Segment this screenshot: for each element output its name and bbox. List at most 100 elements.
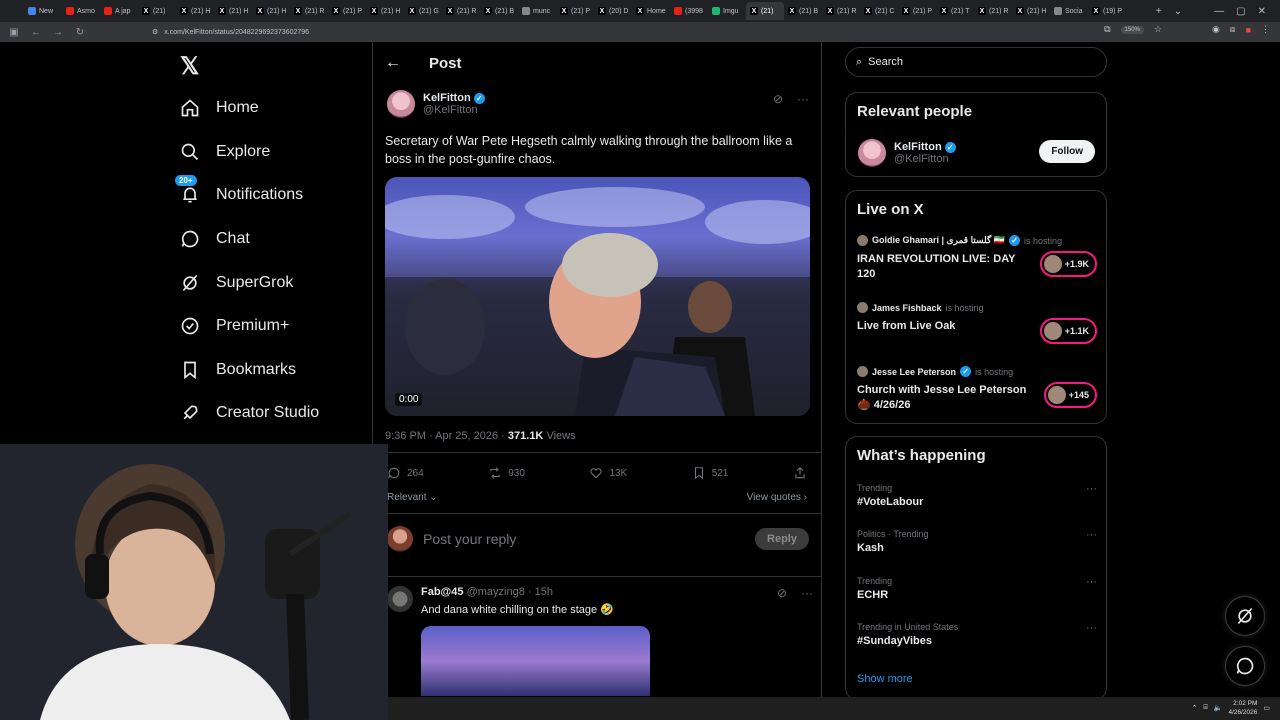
browser-tab[interactable]: X (21) R bbox=[442, 2, 480, 20]
tab-list-icon[interactable]: ⌄ bbox=[1174, 6, 1182, 17]
grok-fab[interactable] bbox=[1225, 596, 1265, 636]
trend-item[interactable]: Politics · Trending Kash ··· bbox=[857, 529, 1097, 554]
browser-tab[interactable]: munc bbox=[518, 2, 556, 20]
avatar[interactable] bbox=[858, 139, 886, 167]
grok-icon[interactable]: ⊘ bbox=[773, 92, 783, 106]
live-item[interactable]: James Fishback is hosting Live from Live… bbox=[857, 302, 1097, 344]
like-action[interactable]: 13K bbox=[589, 466, 627, 480]
post-video[interactable]: 0:00 bbox=[385, 177, 810, 416]
nav-premium[interactable]: Premium+ bbox=[180, 311, 289, 341]
extension-red-icon[interactable]: ■ bbox=[1246, 25, 1251, 35]
browser-tab[interactable]: X (21) P bbox=[328, 2, 366, 20]
nav-notifications[interactable]: 20+ Notifications bbox=[175, 175, 303, 210]
browser-tab[interactable]: X (21) P bbox=[898, 2, 936, 20]
search-input[interactable]: ⌕ Search bbox=[845, 47, 1107, 77]
browser-tab[interactable]: X (21) G bbox=[404, 2, 442, 20]
site-info-icon[interactable]: ⚙ bbox=[152, 28, 158, 36]
chevron-up-icon[interactable]: ⌃ bbox=[1192, 704, 1198, 712]
reply-button[interactable]: Reply bbox=[755, 528, 809, 550]
reply-input[interactable]: Post your reply bbox=[423, 531, 745, 547]
x-logo-icon[interactable]: 𝕏 bbox=[180, 52, 199, 81]
browser-tab[interactable]: X Home bbox=[632, 2, 670, 20]
close-window-icon[interactable]: ✕ bbox=[1258, 6, 1266, 17]
browser-tab[interactable]: (3998 bbox=[670, 2, 708, 20]
more-icon[interactable]: ··· bbox=[1086, 529, 1097, 541]
more-icon[interactable]: ··· bbox=[797, 92, 809, 106]
nav-home[interactable]: Home bbox=[180, 93, 259, 123]
browser-tab[interactable]: X (21) H bbox=[1012, 2, 1050, 20]
trend-item[interactable]: Trending ECHR ··· bbox=[857, 576, 1097, 601]
bookmark-action[interactable]: 521 bbox=[692, 466, 728, 480]
messages-fab[interactable] bbox=[1225, 646, 1265, 686]
sort-dropdown[interactable]: Relevant ⌄ bbox=[387, 492, 438, 503]
browser-tab[interactable]: Socia bbox=[1050, 2, 1088, 20]
reload-icon[interactable]: ↻ bbox=[74, 27, 86, 38]
reply-age[interactable]: 15h bbox=[535, 586, 553, 598]
browser-tab[interactable]: X (21) R bbox=[822, 2, 860, 20]
browser-tab[interactable]: X (21) T bbox=[936, 2, 974, 20]
speaker-icon[interactable]: 🔈 bbox=[1214, 704, 1223, 712]
bookmark-star-icon[interactable]: ☆ bbox=[1154, 24, 1162, 35]
show-more-link[interactable]: Show more bbox=[857, 673, 913, 685]
more-icon[interactable]: ··· bbox=[801, 586, 813, 600]
extensions-icon[interactable]: ⧈ bbox=[1230, 24, 1236, 35]
nav-creator-studio[interactable]: Creator Studio bbox=[180, 398, 319, 428]
back-arrow-icon[interactable]: ← bbox=[385, 54, 401, 72]
view-quotes-link[interactable]: View quotes › bbox=[747, 492, 807, 503]
avatar[interactable] bbox=[387, 90, 415, 118]
maximize-icon[interactable]: ▢ bbox=[1236, 6, 1245, 17]
reply-action[interactable]: 264 bbox=[387, 466, 424, 480]
browser-tab[interactable]: X (21) B bbox=[784, 2, 822, 20]
browser-tab[interactable]: New bbox=[24, 2, 62, 20]
more-icon[interactable]: ··· bbox=[1086, 483, 1097, 495]
zoom-indicator[interactable]: 150% bbox=[1120, 25, 1144, 34]
browser-tab[interactable]: X (21) bbox=[746, 2, 784, 20]
relevant-name[interactable]: KelFitton bbox=[894, 141, 942, 153]
author-name[interactable]: KelFitton bbox=[423, 92, 471, 104]
nav-chat[interactable]: Chat bbox=[180, 224, 250, 254]
browser-tab[interactable]: X (21) R bbox=[290, 2, 328, 20]
screenshot-icon[interactable]: ⧉ bbox=[1104, 24, 1110, 35]
follow-button[interactable]: Follow bbox=[1039, 140, 1095, 163]
relevant-handle[interactable]: @KelFitton bbox=[894, 153, 956, 165]
more-icon[interactable]: ··· bbox=[1086, 576, 1097, 588]
network-icon[interactable]: ⌸ bbox=[1204, 704, 1208, 712]
grok-icon[interactable]: ⊘ bbox=[777, 586, 787, 600]
browser-tab[interactable]: Asmo bbox=[62, 2, 100, 20]
avatar[interactable] bbox=[387, 586, 413, 612]
browser-tab[interactable]: X (21) P bbox=[556, 2, 594, 20]
browser-tab[interactable]: X (21) H bbox=[252, 2, 290, 20]
author-handle[interactable]: @KelFitton bbox=[423, 104, 485, 116]
post-time[interactable]: 9:36 PM · Apr 25, 2026 · bbox=[385, 430, 508, 442]
repost-action[interactable]: 930 bbox=[488, 466, 525, 480]
post-author[interactable]: KelFitton ✓ @KelFitton bbox=[387, 90, 485, 118]
reply-author-name[interactable]: Fab@45 bbox=[421, 586, 464, 598]
nav-bookmarks[interactable]: Bookmarks bbox=[180, 355, 296, 385]
trend-item[interactable]: Trending #VoteLabour ··· bbox=[857, 483, 1097, 508]
menu-icon[interactable]: ⋮ bbox=[1261, 24, 1270, 35]
back-icon[interactable]: ← bbox=[30, 27, 42, 38]
browser-tab[interactable]: X (21) R bbox=[974, 2, 1012, 20]
forward-icon[interactable]: → bbox=[52, 27, 64, 38]
browser-tab[interactable]: X (21) H bbox=[214, 2, 252, 20]
browser-tab[interactable]: Imgu bbox=[708, 2, 746, 20]
sidebar-toggle-icon[interactable]: ▣ bbox=[8, 27, 20, 38]
share-action[interactable] bbox=[793, 466, 807, 480]
reply-author-handle[interactable]: @mayzing8 bbox=[467, 586, 525, 598]
browser-tab[interactable]: X (21) H bbox=[366, 2, 404, 20]
browser-tab[interactable]: A jap bbox=[100, 2, 138, 20]
trend-item[interactable]: Trending in United States #SundayVibes ·… bbox=[857, 622, 1097, 647]
browser-tab[interactable]: X (21) bbox=[138, 2, 176, 20]
live-item[interactable]: Goldie Ghamari | گلستا قمری 🇮🇷 ✓ is host… bbox=[857, 235, 1097, 282]
browser-tab[interactable]: X (21) H bbox=[176, 2, 214, 20]
more-icon[interactable]: ··· bbox=[1086, 622, 1097, 634]
browser-tab[interactable]: X (21) B bbox=[480, 2, 518, 20]
clock[interactable]: 2:02 PM 4/26/2026 bbox=[1228, 699, 1257, 717]
browser-tab[interactable]: X (20) D bbox=[594, 2, 632, 20]
profile-icon[interactable]: ◉ bbox=[1212, 24, 1220, 35]
live-item[interactable]: Jesse Lee Peterson ✓ is hosting Church w… bbox=[857, 366, 1097, 413]
nav-supergrok[interactable]: SuperGrok bbox=[180, 268, 293, 298]
nav-explore[interactable]: Explore bbox=[180, 137, 270, 167]
reply-media[interactable] bbox=[421, 626, 650, 696]
browser-tab[interactable]: X (19) P bbox=[1088, 2, 1126, 20]
